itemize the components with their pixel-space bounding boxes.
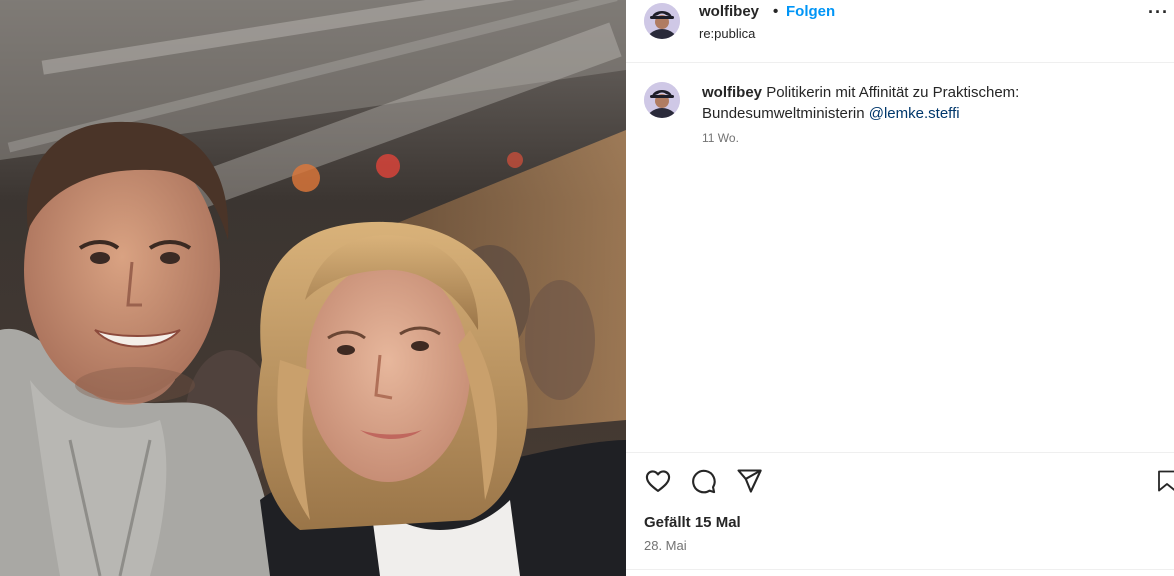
mention-link[interactable]: @lemke.steffi — [869, 105, 960, 122]
post-photo[interactable] — [0, 0, 626, 576]
username-link[interactable]: wolfibey — [699, 3, 759, 20]
separator-dot: • — [773, 3, 779, 20]
heart-icon[interactable] — [644, 467, 672, 495]
post-header: wolfibey • Folgen re:publica ··· — [626, 0, 1174, 63]
likes-count[interactable]: Gefällt 15 Mal — [644, 514, 741, 531]
bookmark-icon[interactable] — [1155, 467, 1174, 495]
more-options-icon[interactable]: ··· — [1148, 2, 1169, 23]
divider — [626, 569, 1174, 570]
caption-text: wolfibey Politikerin mit Affinität zu Pr… — [702, 82, 1162, 124]
avatar[interactable] — [644, 82, 680, 118]
avatar-image — [644, 82, 680, 118]
caption-timestamp[interactable]: 11 Wo. — [702, 131, 739, 145]
avatar-image — [644, 3, 680, 39]
share-icon[interactable] — [735, 467, 763, 495]
comment-icon[interactable] — [689, 467, 717, 495]
location-link[interactable]: re:publica — [699, 26, 755, 41]
actions-bar — [626, 452, 1174, 453]
post-date[interactable]: 28. Mai — [644, 538, 687, 553]
post-detail-panel: wolfibey • Folgen re:publica ··· wolfibe… — [626, 0, 1174, 576]
caption-username[interactable]: wolfibey — [702, 84, 762, 101]
follow-button[interactable]: Folgen — [786, 3, 835, 20]
avatar[interactable] — [644, 3, 680, 39]
selfie-photo-illustration — [0, 0, 626, 576]
